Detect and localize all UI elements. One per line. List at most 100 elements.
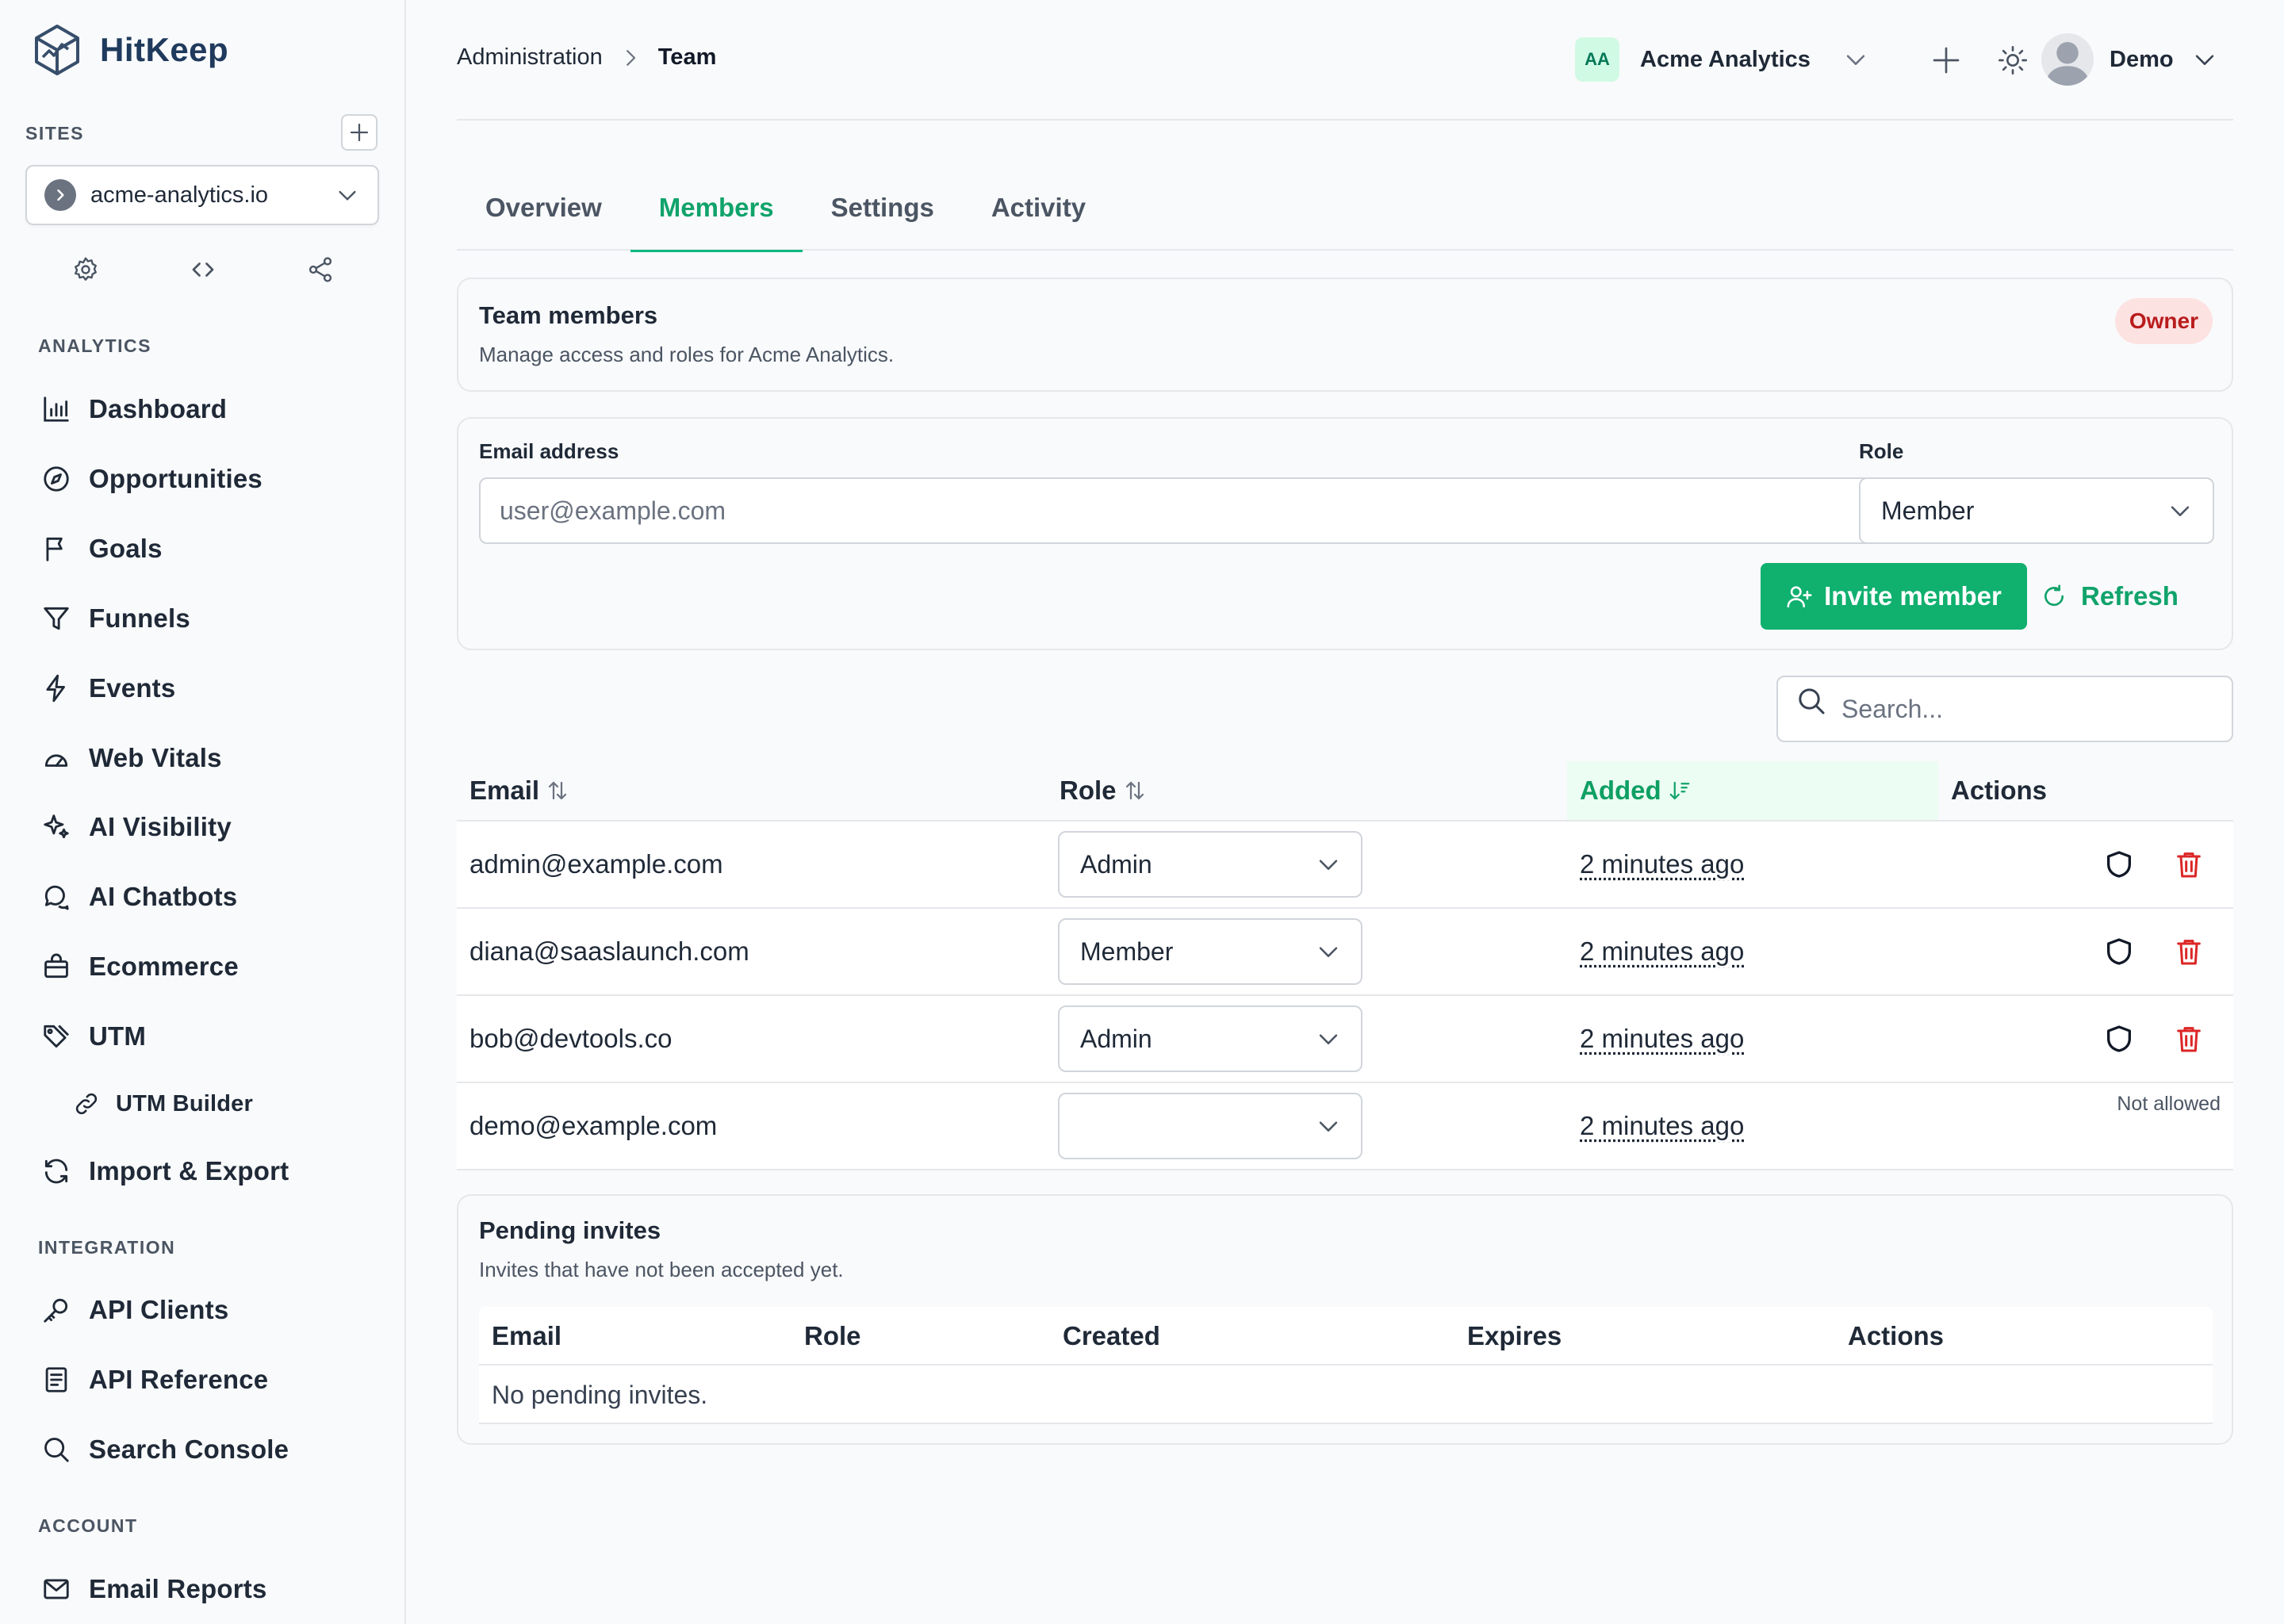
- sidebar-item-label: Goals: [89, 534, 163, 563]
- filter-icon: [41, 603, 71, 634]
- trash-icon[interactable]: [2173, 848, 2205, 880]
- user-menu[interactable]: Demo: [2041, 33, 2218, 86]
- member-search[interactable]: [1776, 676, 2233, 742]
- share-icon[interactable]: [306, 255, 335, 284]
- table-row: bob@devtools.co Admin 2 minutes ago: [457, 996, 2233, 1083]
- sort-icon: [546, 779, 569, 802]
- user-plus-icon: [1786, 583, 1813, 610]
- tab-settings[interactable]: Settings: [803, 165, 963, 251]
- sun-icon[interactable]: [1997, 44, 2029, 76]
- invite-member-card: Email address Role Member Invite member …: [457, 417, 2233, 650]
- sidebar-item-utm-builder[interactable]: UTM Builder: [73, 1080, 253, 1128]
- chevron-down-icon: [1315, 1025, 1342, 1052]
- sidebar-item-utm[interactable]: UTM: [41, 1013, 146, 1060]
- sidebar-item-import-export[interactable]: Import & Export: [41, 1147, 289, 1195]
- org-avatar: AA: [1575, 37, 1619, 82]
- gauge-icon: [41, 743, 71, 773]
- account-section-label: ACCOUNT: [38, 1515, 138, 1536]
- invite-member-button[interactable]: Invite member: [1761, 563, 2027, 630]
- user-silhouette-icon: [2041, 33, 2094, 86]
- member-role-select[interactable]: Admin: [1058, 831, 1362, 898]
- column-header-role[interactable]: Role: [1047, 761, 1570, 820]
- gear-icon[interactable]: [71, 255, 100, 284]
- role-select-value: Member: [1881, 496, 1975, 525]
- column-header-added[interactable]: Added: [1567, 761, 1938, 820]
- tab-overview[interactable]: Overview: [457, 165, 630, 251]
- refresh-button[interactable]: Refresh: [2041, 563, 2179, 630]
- sidebar-item-dashboard[interactable]: Dashboard: [41, 385, 227, 433]
- sidebar-item-search-console[interactable]: Search Console: [41, 1426, 289, 1473]
- member-role-select[interactable]: Admin: [1058, 1005, 1362, 1072]
- role-badge: Owner: [2114, 298, 2213, 344]
- member-added: 2 minutes ago: [1580, 936, 1745, 966]
- sidebar-item-label: Opportunities: [89, 464, 263, 493]
- flag-icon: [41, 534, 71, 564]
- sidebar-item-api-clients[interactable]: API Clients: [41, 1286, 228, 1334]
- member-role-select[interactable]: Member: [1058, 918, 1362, 985]
- column-header-email[interactable]: Email: [457, 761, 1047, 820]
- card-subtitle: Manage access and roles for Acme Analyti…: [479, 343, 895, 366]
- sort-descending-icon: [1668, 779, 1692, 802]
- chevron-down-icon: [1315, 938, 1342, 965]
- code-icon[interactable]: [189, 255, 217, 284]
- sidebar-item-label: Funnels: [89, 603, 190, 633]
- search-input[interactable]: [1841, 677, 2222, 741]
- brand[interactable]: HitKeep: [33, 24, 228, 76]
- email-field-label: Email address: [479, 439, 619, 463]
- trash-icon[interactable]: [2173, 936, 2205, 967]
- tab-activity[interactable]: Activity: [963, 165, 1114, 251]
- team-members-card: Team members Manage access and roles for…: [457, 278, 2233, 392]
- chevron-down-icon: [2167, 497, 2194, 524]
- sites-label: SITES: [25, 123, 84, 144]
- sidebar-item-opportunities[interactable]: Opportunities: [41, 455, 263, 503]
- chevron-down-icon: [1315, 851, 1342, 878]
- member-added: 2 minutes ago: [1580, 1024, 1745, 1053]
- add-site-button[interactable]: [341, 114, 377, 151]
- sidebar-item-ai-chatbots[interactable]: AI Chatbots: [41, 873, 237, 921]
- member-role-select[interactable]: [1058, 1093, 1362, 1159]
- role-select[interactable]: Member: [1859, 477, 2214, 544]
- column-header-expires: Expires: [1467, 1321, 1562, 1350]
- shield-icon[interactable]: [2103, 936, 2135, 967]
- empty-state-message: No pending invites.: [492, 1380, 708, 1409]
- refresh-icon: [2041, 584, 2067, 609]
- table-header: Email Role Created Expires Actions: [479, 1307, 2213, 1365]
- role-field-label: Role: [1859, 439, 1904, 463]
- hexagon-logo-icon: [33, 24, 81, 76]
- org-switcher[interactable]: AA Acme Analytics: [1575, 37, 1869, 82]
- card-subtitle: Invites that have not been accepted yet.: [479, 1258, 844, 1281]
- column-header-label: Added: [1580, 776, 1661, 805]
- sidebar-item-funnels[interactable]: Funnels: [41, 595, 190, 642]
- plus-icon[interactable]: [1930, 44, 1962, 76]
- sidebar-item-label: Search Console: [89, 1434, 289, 1464]
- shield-icon[interactable]: [2103, 1023, 2135, 1055]
- member-role-value: Admin: [1080, 1024, 1152, 1053]
- sync-icon: [41, 1156, 71, 1186]
- top-header: Administration Team AA Acme Analytics De…: [457, 0, 2233, 121]
- sidebar-item-api-reference[interactable]: API Reference: [41, 1356, 268, 1404]
- sidebar-item-ecommerce[interactable]: Ecommerce: [41, 943, 239, 990]
- sidebar-item-label: Ecommerce: [89, 952, 239, 981]
- sidebar-item-ai-visibility[interactable]: AI Visibility: [41, 803, 232, 851]
- sidebar-item-web-vitals[interactable]: Web Vitals: [41, 734, 222, 782]
- breadcrumb-administration[interactable]: Administration: [457, 44, 603, 71]
- sidebar-item-email-reports[interactable]: Email Reports: [41, 1565, 267, 1613]
- sidebar: HitKeep SITES acme-analytics.io ANALYTIC…: [0, 0, 406, 1624]
- member-email: admin@example.com: [469, 849, 723, 879]
- sidebar-item-label: API Reference: [89, 1365, 269, 1394]
- bag-icon: [41, 952, 71, 982]
- site-selector[interactable]: acme-analytics.io: [25, 165, 379, 225]
- column-header-label: Role: [1060, 776, 1117, 805]
- column-header-label: Actions: [1951, 776, 2048, 805]
- chevron-down-icon: [1842, 46, 1869, 73]
- card-title: Team members: [479, 301, 658, 329]
- tab-members[interactable]: Members: [630, 165, 803, 252]
- shield-icon[interactable]: [2103, 848, 2135, 880]
- org-name: Acme Analytics: [1640, 46, 1811, 72]
- sidebar-item-goals[interactable]: Goals: [41, 525, 163, 573]
- trash-icon[interactable]: [2173, 1023, 2205, 1055]
- chat-icon: [41, 882, 71, 912]
- tag-icon: [41, 1021, 71, 1051]
- sidebar-item-events[interactable]: Events: [41, 665, 175, 712]
- email-field[interactable]: [479, 477, 1887, 544]
